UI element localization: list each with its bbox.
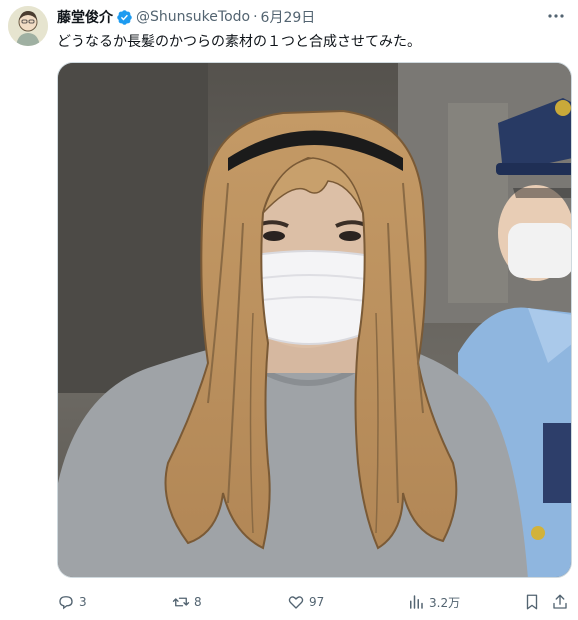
views-icon [410,595,423,609]
share-icon [553,594,567,609]
repost-icon [172,597,190,607]
post-date[interactable]: 6月29日 [261,7,316,27]
tweet-header: 藤堂俊介 @ShunsukeTodo · 6月29日 [57,6,315,28]
reply-button[interactable]: 3 [57,590,87,614]
repost-button[interactable]: 8 [172,590,202,614]
separator: · [253,9,258,25]
handle[interactable]: @ShunsukeTodo [136,9,250,25]
avatar[interactable] [8,6,48,46]
repost-count: 8 [194,595,202,609]
like-button[interactable]: 97 [287,590,324,614]
tweet-text: どうなるか長髪のかつらの素材の１つと合成させてみた。 [57,34,421,50]
bookmark-icon [526,594,538,610]
share-button[interactable] [551,590,573,614]
like-icon [288,596,304,609]
reply-count: 3 [79,595,87,609]
display-name[interactable]: 藤堂俊介 [57,7,113,27]
bookmark-button[interactable] [523,590,545,614]
verified-badge-icon [116,9,133,26]
tweet-image[interactable] [57,62,572,578]
more-icon[interactable] [546,6,566,26]
tweet: 藤堂俊介 @ShunsukeTodo · 6月29日 どうなるか長髪のかつらの素… [0,0,578,620]
view-count: 3.2万 [429,595,461,610]
reply-icon [59,596,73,610]
views-button[interactable]: 3.2万 [407,590,460,614]
action-bar: 3 8 97 3.2万 [57,590,572,614]
like-count: 97 [309,595,325,609]
